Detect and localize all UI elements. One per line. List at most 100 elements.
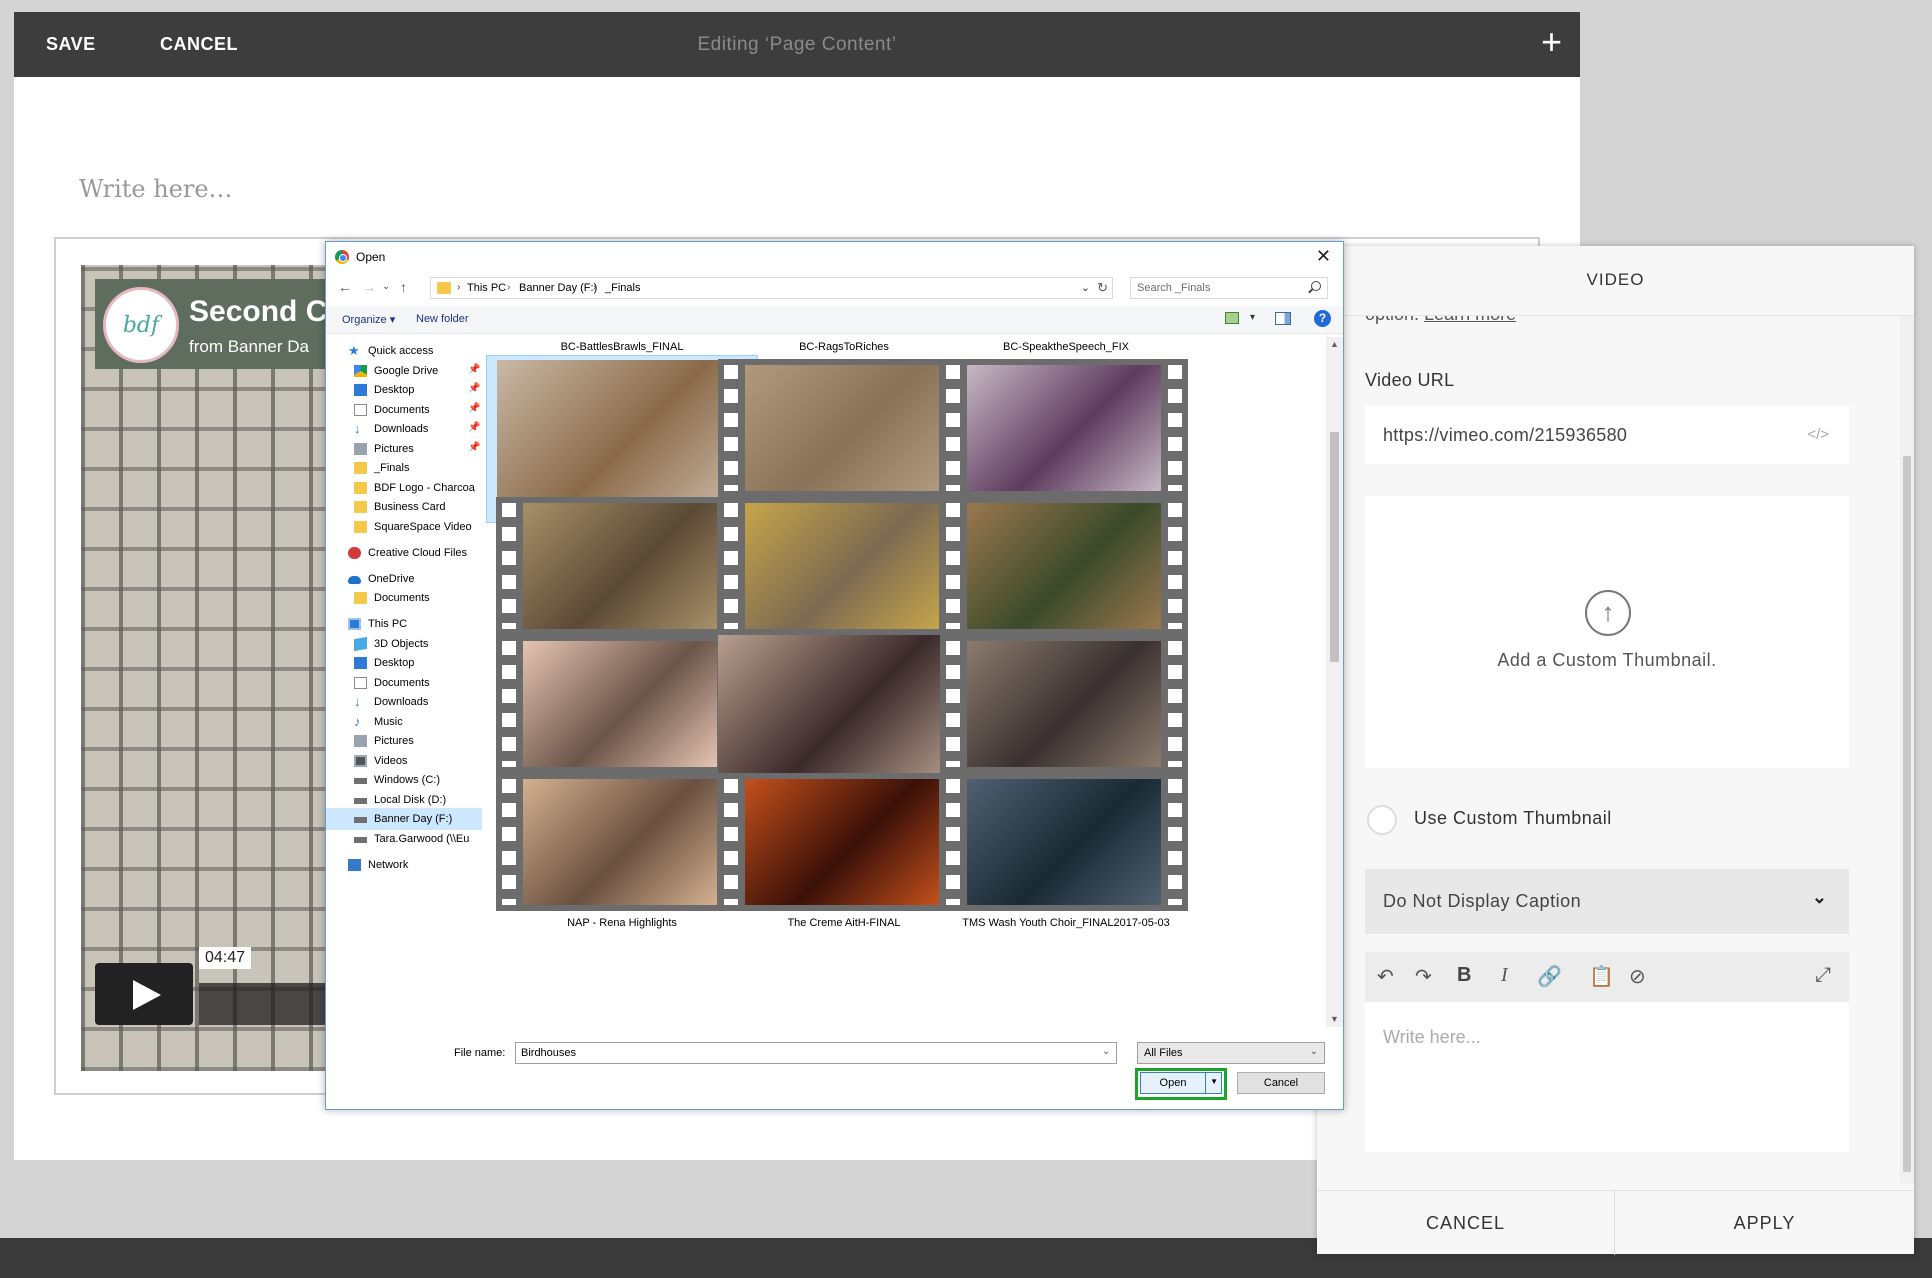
nav-item[interactable]: _Finals (326, 457, 482, 479)
redo-icon[interactable]: ↷ (1415, 964, 1432, 989)
play-icon[interactable] (95, 963, 193, 1025)
nav-item-label: Desktop (374, 384, 415, 396)
documents-icon (354, 404, 367, 416)
google-drive-icon (354, 365, 367, 377)
chevron-down-icon: ⌄ (1811, 887, 1827, 907)
bold-icon[interactable]: B (1457, 964, 1471, 987)
close-icon[interactable]: ✕ (1316, 246, 1331, 267)
clear-format-icon[interactable]: ⊘ (1629, 964, 1646, 989)
video-thumbnail (496, 773, 744, 911)
up-arrow-icon[interactable]: ↑ (400, 279, 407, 295)
caption-editor[interactable]: Write here... (1365, 1002, 1849, 1152)
undo-icon[interactable]: ↶ (1377, 964, 1394, 989)
plus-icon[interactable]: + (1541, 24, 1562, 60)
panel-cancel-button[interactable]: CANCEL (1317, 1191, 1615, 1255)
dialog-cancel-button[interactable]: Cancel (1237, 1072, 1325, 1094)
search-input[interactable]: Search _Finals (1130, 277, 1328, 299)
pictures-icon (354, 735, 367, 747)
recent-locations-icon[interactable]: ⌄ (382, 281, 390, 292)
chevron-down-icon[interactable]: ⌄ (1102, 1046, 1110, 1057)
nav-item[interactable]: ↓ Downloads 📌 (326, 418, 482, 440)
nav-item[interactable]: Pictures (326, 730, 482, 752)
nav-item-label: Network (368, 859, 409, 871)
link-icon[interactable]: 🔗 (1537, 964, 1562, 989)
address-bar[interactable]: › This PC › Banner Day (F:) › _Finals ⌄ … (430, 277, 1113, 299)
nav-item[interactable]: Desktop 📌 (326, 379, 482, 401)
nav-item[interactable]: ↓ Downloads (326, 691, 482, 713)
use-custom-thumbnail-radio[interactable] (1367, 805, 1397, 835)
thumbnail-image (523, 641, 717, 767)
split-divider (1205, 1073, 1206, 1093)
code-icon[interactable]: </> (1807, 426, 1829, 443)
thumbnail-image (967, 779, 1161, 905)
nav-item[interactable]: Business Card (326, 496, 482, 518)
chevron-down-icon[interactable]: ▾ (1250, 312, 1255, 323)
file-label[interactable]: BC-SpeaktheSpeech_FIX (932, 341, 1200, 353)
forward-arrow-icon[interactable]: → (362, 279, 376, 295)
video-url-label: Video URL (1365, 370, 1455, 390)
file-tile[interactable]: TMS Wash Youth Choir_FINAL2017-05-03 (930, 769, 1202, 937)
video-thumbnail (940, 359, 1188, 497)
nav-item[interactable]: Documents (326, 587, 482, 609)
breadcrumb-this-pc[interactable]: This PC (467, 282, 506, 294)
breadcrumb-folder[interactable]: _Finals (605, 282, 640, 294)
help-icon[interactable]: ? (1314, 310, 1331, 327)
nav-item-label: Local Disk (D:) (374, 794, 447, 806)
star-icon: ★ (348, 343, 360, 358)
preview-pane-icon[interactable] (1275, 312, 1291, 325)
nav-item[interactable]: Tara.Garwood (\\Eu (326, 828, 482, 850)
text-block-placeholder[interactable]: Write here… (79, 175, 233, 203)
new-folder-button[interactable]: New folder (416, 313, 469, 325)
back-arrow-icon[interactable]: ← (338, 279, 352, 295)
nav-item[interactable]: This PC (326, 613, 482, 635)
refresh-icon[interactable]: ↻ (1097, 280, 1108, 296)
breadcrumb-drive[interactable]: Banner Day (F:) (519, 282, 597, 294)
bdf-logo: bdf (103, 287, 179, 363)
paste-icon[interactable]: 📋 (1589, 964, 1614, 989)
nav-item[interactable]: ★ Quick access (326, 340, 482, 362)
upload-arrow-icon: ↑ (1585, 590, 1631, 636)
nav-item[interactable]: Network (326, 854, 482, 876)
thumbnail-image (523, 503, 717, 629)
custom-thumbnail-upload[interactable]: ↑ Add a Custom Thumbnail. (1365, 496, 1849, 768)
open-dropdown-icon[interactable]: ▼ (1210, 1077, 1218, 1086)
nav-item[interactable]: Desktop (326, 652, 482, 674)
panel-scrollbar[interactable] (1900, 316, 1914, 1184)
organize-menu[interactable]: Organize ▾ (342, 313, 395, 326)
video-url-value[interactable]: https://vimeo.com/215936580 (1383, 425, 1627, 446)
editor-title: Editing ‘Page Content’ (697, 34, 897, 55)
video-thumbnail (718, 497, 966, 635)
videos-icon (354, 755, 367, 767)
nav-item[interactable]: Banner Day (F:) (326, 808, 482, 830)
italic-icon[interactable]: I (1501, 964, 1508, 987)
view-options-icon[interactable] (1225, 312, 1239, 324)
use-custom-thumbnail-label[interactable]: Use Custom Thumbnail (1414, 808, 1612, 829)
nav-item-label: BDF Logo - Charcoa (374, 482, 475, 494)
file-list-scrollbar[interactable]: ▲ ▼ (1326, 337, 1343, 1027)
scroll-thumb[interactable] (1330, 432, 1339, 662)
thumbnail-image (967, 365, 1161, 491)
nav-item-label: OneDrive (368, 573, 415, 585)
scroll-down-icon[interactable]: ▼ (1330, 1014, 1339, 1024)
panel-apply-button[interactable]: APPLY (1615, 1191, 1914, 1255)
file-type-select[interactable]: All Files ⌄ (1137, 1042, 1325, 1064)
thumbnail-image (523, 779, 717, 905)
caption-placeholder: Write here... (1383, 1027, 1481, 1047)
panel-title: VIDEO (1586, 270, 1645, 289)
file-name-input[interactable] (515, 1042, 1117, 1064)
expand-icon[interactable]: ⤢ (1815, 964, 1831, 987)
nav-item[interactable]: Creative Cloud Files (326, 542, 482, 564)
video-url-field[interactable]: https://vimeo.com/215936580 </> (1365, 406, 1849, 464)
open-button[interactable]: Open ▼ (1140, 1072, 1222, 1094)
nav-item-label: 3D Objects (374, 638, 429, 650)
image-thumbnail (718, 635, 966, 773)
pin-icon: 📌 (468, 364, 481, 375)
nav-item[interactable]: Windows (C:) (326, 769, 482, 791)
navigation-row: ← → ⌄ ↑ › This PC › Banner Day (F:) › _F… (326, 275, 1343, 303)
chevron-down-icon[interactable]: ⌄ (1081, 281, 1090, 294)
panel-scroll-thumb[interactable] (1903, 456, 1911, 1172)
caption-select[interactable]: Do Not Display Caption ⌄ (1365, 869, 1849, 934)
nav-item[interactable]: SquareSpace Video (326, 516, 482, 538)
thumbnail-image (967, 503, 1161, 629)
scroll-up-icon[interactable]: ▲ (1330, 339, 1339, 349)
